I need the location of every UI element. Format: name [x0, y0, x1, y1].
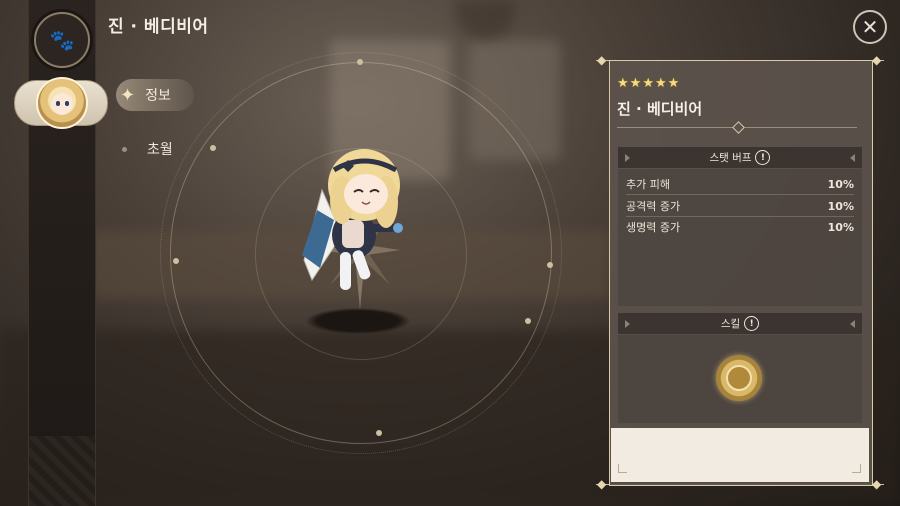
arrow-right-icon [850, 154, 855, 162]
sparkle-icon: ✦ [120, 84, 136, 106]
info-icon[interactable]: ! [755, 150, 771, 165]
skill-title: 스킬 [720, 318, 741, 330]
ring-ornament [525, 318, 531, 324]
skill-emblem-icon[interactable] [716, 355, 762, 401]
tab-transcend-label: 초월 [147, 142, 173, 158]
ornament-diamond-icon: ◆ [597, 477, 607, 491]
footer-corner [618, 464, 627, 473]
stat-label: 추가 피해 [626, 178, 670, 191]
star-icon: ★ [642, 76, 654, 91]
ornament-diamond-icon: ◆ [872, 477, 882, 491]
background-lamp [455, 0, 515, 40]
ring-ornament [357, 59, 363, 65]
info-icon[interactable]: ! [744, 316, 760, 331]
footer-corner [852, 464, 861, 473]
skill-emblem-core [726, 365, 752, 391]
tab-info-label: 정보 [145, 88, 171, 104]
tab-transcend[interactable]: 초월 [122, 139, 173, 159]
portrait-eye [56, 101, 60, 106]
ornament-diamond-icon: ◆ [872, 53, 882, 67]
ring-ornament [547, 262, 553, 268]
arrow-left-icon [625, 154, 630, 162]
stat-row: 생명력 증가 10% [626, 217, 854, 237]
close-button[interactable]: ✕ [853, 10, 887, 44]
character-name: 진 · 베디비어 [617, 100, 703, 118]
panel-footer [611, 428, 869, 482]
paw-icon: 🐾 [49, 28, 75, 52]
stat-row: 공격력 증가 10% [626, 196, 854, 217]
tab-info[interactable]: ✦ 정보 [116, 79, 194, 111]
arrow-right-icon [850, 320, 855, 328]
stat-label: 공격력 증가 [626, 200, 681, 213]
character-portrait-avatar[interactable] [36, 77, 88, 129]
portrait-face [51, 93, 73, 115]
close-icon: ✕ [861, 15, 879, 39]
stat-value: 10% [827, 199, 854, 213]
star-icon: ★ [654, 76, 667, 91]
star-icon: ★ [617, 76, 629, 91]
arrow-left-icon [625, 320, 630, 328]
character-sprite[interactable] [282, 140, 412, 300]
page-title: 진 · 베디비어 [108, 17, 209, 37]
left-sidebar [28, 0, 96, 506]
ornament-diamond-icon: ◆ [597, 53, 607, 67]
stat-label: 생명력 증가 [626, 221, 681, 234]
menu-button[interactable]: 🐾 [34, 12, 90, 68]
ring-ornament [376, 430, 382, 436]
stat-row: 추가 피해 10% [626, 174, 854, 195]
ring-ornament [173, 258, 179, 264]
character-shadow [306, 308, 410, 334]
stat-value: 10% [827, 220, 854, 234]
star-icon: ★ [667, 76, 680, 91]
star-icon: ★ [629, 76, 642, 91]
sidebar-pattern [29, 436, 95, 506]
portrait-eye [65, 101, 69, 106]
skill-header: 스킬 ! [618, 313, 862, 334]
stat-buff-title: 스탯 버프 [709, 152, 752, 164]
stat-buff-header: 스탯 버프 ! [618, 147, 862, 168]
dot-icon [122, 146, 127, 152]
stat-value: 10% [827, 177, 854, 191]
ring-ornament [210, 145, 216, 151]
rarity-stars: ★ ★ ★ ★ ★ [617, 76, 679, 91]
